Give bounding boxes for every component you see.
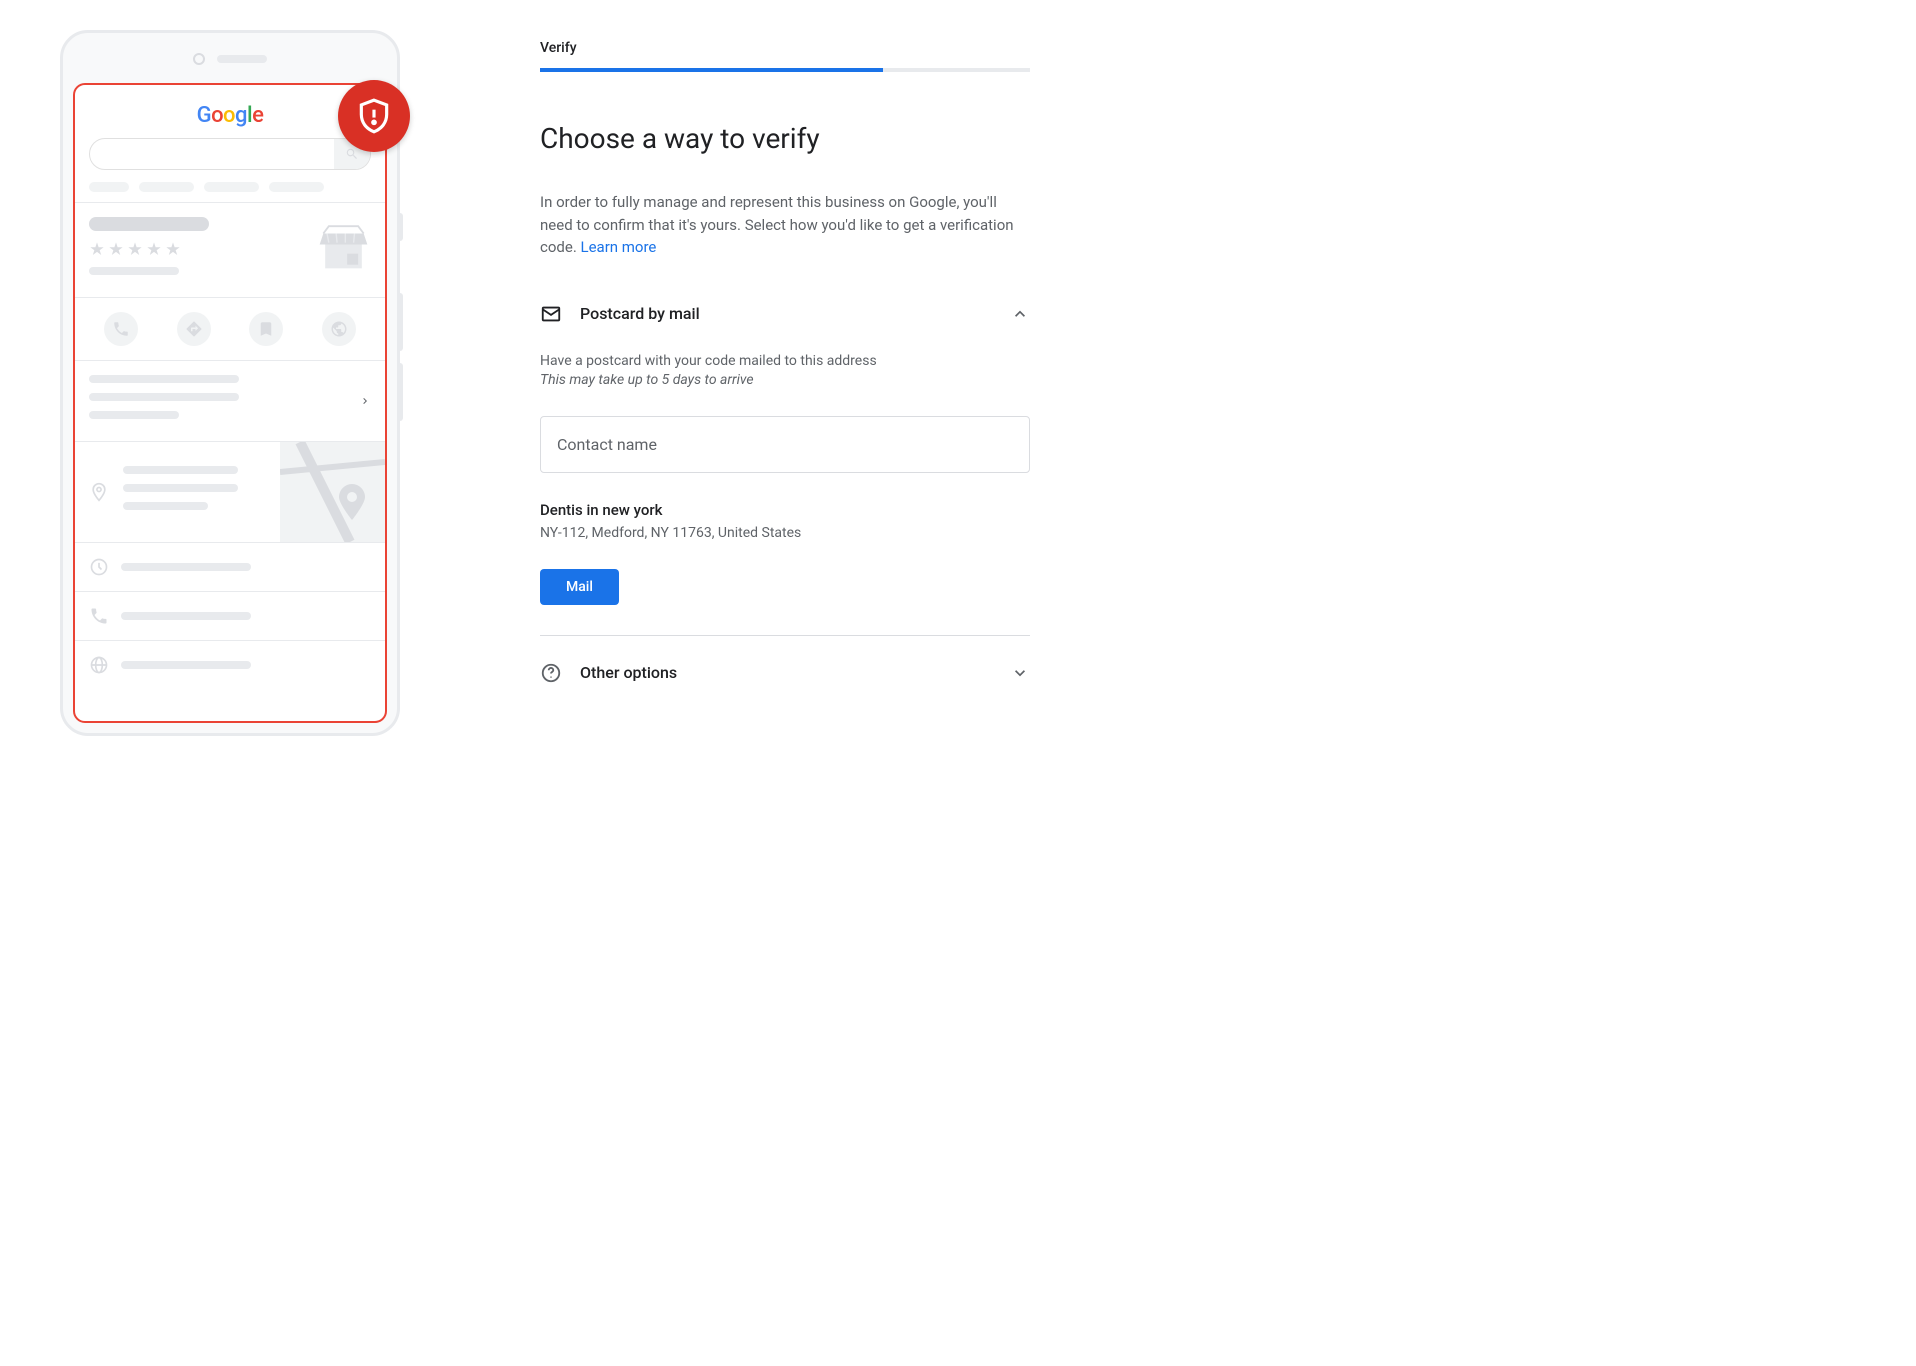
location-pin-icon [89, 482, 109, 502]
contact-name-input[interactable] [540, 416, 1030, 473]
business-name: Dentis in new york [540, 501, 1030, 519]
page-description: In order to fully manage and represent t… [540, 191, 1030, 259]
step-label: Verify [540, 40, 1030, 56]
save-action-icon [249, 312, 283, 346]
help-icon [540, 662, 562, 684]
business-address: NY-112, Medford, NY 11763, United States [540, 525, 1030, 541]
chevron-up-icon [1010, 304, 1030, 324]
postcard-title: Postcard by mail [580, 304, 992, 323]
postcard-note: This may take up to 5 days to arrive [540, 372, 1030, 388]
website-action-icon [322, 312, 356, 346]
learn-more-link[interactable]: Learn more [581, 238, 657, 256]
map-thumbnail [280, 442, 385, 542]
postcard-option-header[interactable]: Postcard by mail [540, 299, 1030, 329]
phone-action-icon [104, 312, 138, 346]
phone-illustration: Google [60, 30, 400, 736]
mail-icon [540, 303, 562, 325]
clock-icon [89, 557, 109, 577]
search-bar-placeholder [89, 138, 371, 170]
other-options-header[interactable]: Other options [540, 658, 1030, 688]
store-icon [316, 217, 371, 272]
alert-shield-icon [338, 80, 410, 152]
search-icon [345, 147, 359, 161]
chevron-right-icon [359, 395, 371, 407]
postcard-subtitle: Have a postcard with your code mailed to… [540, 351, 1030, 372]
directions-action-icon [177, 312, 211, 346]
page-heading: Choose a way to verify [540, 122, 1030, 155]
chevron-down-icon [1010, 663, 1030, 683]
other-options-title: Other options [580, 663, 992, 682]
mail-button[interactable]: Mail [540, 569, 619, 605]
phone-icon [89, 606, 109, 626]
globe-icon [89, 655, 109, 675]
progress-bar [540, 68, 1030, 72]
